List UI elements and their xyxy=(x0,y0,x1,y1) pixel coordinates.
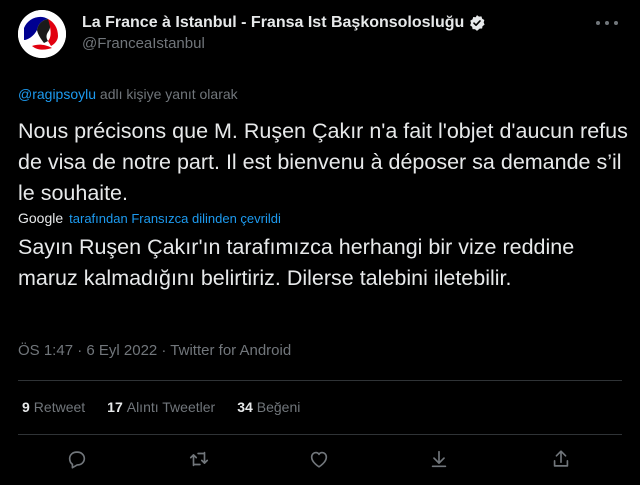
like-button[interactable] xyxy=(308,448,332,472)
download-button[interactable] xyxy=(428,448,452,472)
more-dot xyxy=(596,21,600,25)
tweet-original-text: Nous précisons que M. Ruşen Çakır n'a fa… xyxy=(18,119,628,205)
download-icon xyxy=(431,450,447,468)
retweets-stat[interactable]: 9 Retweet xyxy=(22,399,85,415)
display-name-text[interactable]: La France à Istanbul - Fransa Ist Başkon… xyxy=(82,14,464,32)
share-icon xyxy=(553,450,569,467)
tweet-actions xyxy=(18,445,622,475)
tweet-stats: 9 Retweet 17 Alıntı Tweetler 34 Beğeni xyxy=(22,399,322,415)
avatar[interactable] xyxy=(18,10,66,58)
retweet-icon xyxy=(189,451,209,467)
tweet-timestamp[interactable]: ÖS 1:47 · 6 Eyl 2022 · Twitter for Andro… xyxy=(18,342,291,359)
share-button[interactable] xyxy=(550,448,574,472)
more-options-icon[interactable] xyxy=(596,16,618,30)
reply-context-text: adlı kişiye yanıt olarak xyxy=(99,86,238,102)
retweets-count: 9 xyxy=(22,399,30,415)
more-dot xyxy=(614,21,618,25)
reply-button[interactable] xyxy=(66,448,90,472)
retweet-button[interactable] xyxy=(188,448,212,472)
heart-icon xyxy=(310,451,328,468)
quotes-count: 17 xyxy=(107,399,123,415)
divider xyxy=(18,380,622,381)
divider xyxy=(18,434,622,435)
reply-context: @ragipsoylu adlı kişiye yanıt olarak xyxy=(18,86,238,102)
quotes-stat[interactable]: 17 Alıntı Tweetler xyxy=(107,399,215,415)
tweet-header: La France à Istanbul - Fransa Ist Başkon… xyxy=(18,10,622,62)
account-handle[interactable]: @FranceaIstanbul xyxy=(82,35,486,52)
account-names: La France à Istanbul - Fransa Ist Başkon… xyxy=(82,14,486,52)
reply-icon xyxy=(68,451,86,469)
display-name[interactable]: La France à Istanbul - Fransa Ist Başkon… xyxy=(82,14,486,32)
marianne-logo-icon xyxy=(18,10,66,58)
translation-note-link[interactable]: tarafından Fransızca dilinden çevrildi xyxy=(69,211,281,226)
likes-count: 34 xyxy=(237,399,253,415)
retweets-label: Retweet xyxy=(33,399,86,415)
reply-mention-link[interactable]: @ragipsoylu xyxy=(18,86,96,102)
tweet-translated-text: Sayın Ruşen Çakır'ın tarafımızca herhang… xyxy=(18,235,575,290)
verified-badge-icon xyxy=(470,15,485,31)
quotes-label: Alıntı Tweetler xyxy=(126,399,216,415)
more-dot xyxy=(605,21,609,25)
likes-stat[interactable]: 34 Beğeni xyxy=(237,399,300,415)
tweet-detail: La France à Istanbul - Fransa Ist Başkon… xyxy=(0,0,640,485)
likes-label: Beğeni xyxy=(256,399,301,415)
google-logo: Google xyxy=(18,210,64,226)
translation-attribution: Google tarafından Fransızca dilinden çev… xyxy=(18,210,281,226)
